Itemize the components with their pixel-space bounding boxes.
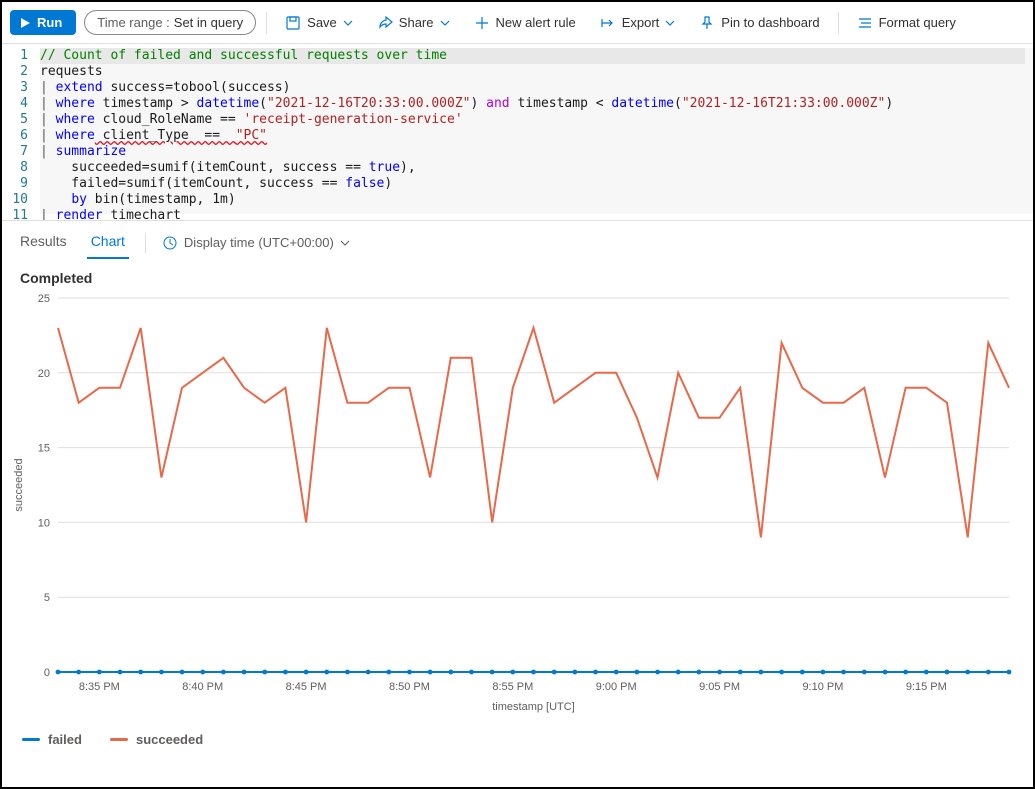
- chevron-down-icon: [340, 238, 350, 248]
- format-query-button[interactable]: Format query: [849, 11, 964, 35]
- chevron-down-icon: [440, 18, 450, 28]
- pin-label: Pin to dashboard: [721, 15, 819, 30]
- share-label: Share: [399, 15, 434, 30]
- tabs-separator: [145, 233, 146, 253]
- toolbar: Run Time range : Set in query Save Share…: [2, 2, 1033, 44]
- legend-swatch-failed: [22, 738, 40, 741]
- chart-area: 0 5 10 15 20 25 succeeded 8:35 PM 8:40 PM 8:45 PM…: [8, 292, 1023, 724]
- time-range-selector[interactable]: Time range : Set in query: [84, 10, 256, 35]
- plus-icon: [474, 15, 490, 31]
- chevron-down-icon: [665, 18, 675, 28]
- time-range-label: Time range :: [97, 15, 170, 30]
- svg-text:20: 20: [38, 368, 50, 380]
- svg-text:succeeded: succeeded: [13, 458, 25, 511]
- save-icon: [285, 15, 301, 31]
- svg-text:9:00 PM: 9:00 PM: [596, 681, 637, 693]
- svg-text:25: 25: [38, 293, 50, 305]
- svg-text:8:50 PM: 8:50 PM: [389, 681, 430, 693]
- legend-failed[interactable]: failed: [22, 732, 82, 747]
- svg-text:8:40 PM: 8:40 PM: [182, 681, 223, 693]
- export-button[interactable]: Export: [592, 11, 684, 35]
- share-button[interactable]: Share: [369, 11, 458, 35]
- clock-icon: [162, 235, 178, 251]
- share-icon: [377, 15, 393, 31]
- pin-button[interactable]: Pin to dashboard: [691, 11, 827, 35]
- tab-chart[interactable]: Chart: [87, 227, 129, 259]
- results-tabs: Results Chart Display time (UTC+00:00): [2, 220, 1033, 258]
- editor-gutter: 1234567891011: [2, 48, 40, 214]
- svg-text:9:15 PM: 9:15 PM: [906, 681, 947, 693]
- chart-legend: failed succeeded: [2, 724, 1033, 757]
- display-time-selector[interactable]: Display time (UTC+00:00): [162, 235, 350, 251]
- toolbar-separator: [838, 12, 839, 34]
- chart-title: Completed: [2, 258, 1033, 292]
- svg-text:9:05 PM: 9:05 PM: [699, 681, 740, 693]
- export-icon: [600, 15, 616, 31]
- legend-failed-label: failed: [48, 732, 82, 747]
- save-button[interactable]: Save: [277, 11, 361, 35]
- svg-text:10: 10: [38, 517, 50, 529]
- svg-text:0: 0: [44, 667, 50, 679]
- new-alert-label: New alert rule: [496, 15, 576, 30]
- tab-results[interactable]: Results: [16, 227, 71, 259]
- legend-succeeded[interactable]: succeeded: [110, 732, 203, 747]
- timechart: 0 5 10 15 20 25 succeeded 8:35 PM 8:40 PM 8:45 PM…: [8, 292, 1023, 722]
- save-label: Save: [307, 15, 337, 30]
- legend-swatch-succeeded: [110, 738, 128, 741]
- pin-icon: [699, 15, 715, 31]
- toolbar-separator: [266, 12, 267, 34]
- editor-content[interactable]: // Count of failed and successful reques…: [40, 48, 1033, 214]
- svg-text:5: 5: [44, 592, 50, 604]
- format-icon: [857, 15, 873, 31]
- svg-text:timestamp [UTC]: timestamp [UTC]: [492, 701, 575, 713]
- svg-text:8:45 PM: 8:45 PM: [286, 681, 327, 693]
- new-alert-button[interactable]: New alert rule: [466, 11, 584, 35]
- svg-text:15: 15: [38, 443, 50, 455]
- legend-succeeded-label: succeeded: [136, 732, 203, 747]
- run-button[interactable]: Run: [10, 10, 76, 35]
- display-time-label: Display time (UTC+00:00): [184, 235, 334, 250]
- svg-text:8:55 PM: 8:55 PM: [492, 681, 533, 693]
- export-label: Export: [622, 15, 660, 30]
- chevron-down-icon: [343, 18, 353, 28]
- svg-text:8:35 PM: 8:35 PM: [79, 681, 120, 693]
- svg-text:9:10 PM: 9:10 PM: [802, 681, 843, 693]
- time-range-value: Set in query: [174, 15, 243, 30]
- play-icon: [20, 17, 31, 29]
- query-editor[interactable]: 1234567891011 // Count of failed and suc…: [2, 44, 1033, 220]
- format-label: Format query: [879, 15, 956, 30]
- run-label: Run: [37, 15, 62, 30]
